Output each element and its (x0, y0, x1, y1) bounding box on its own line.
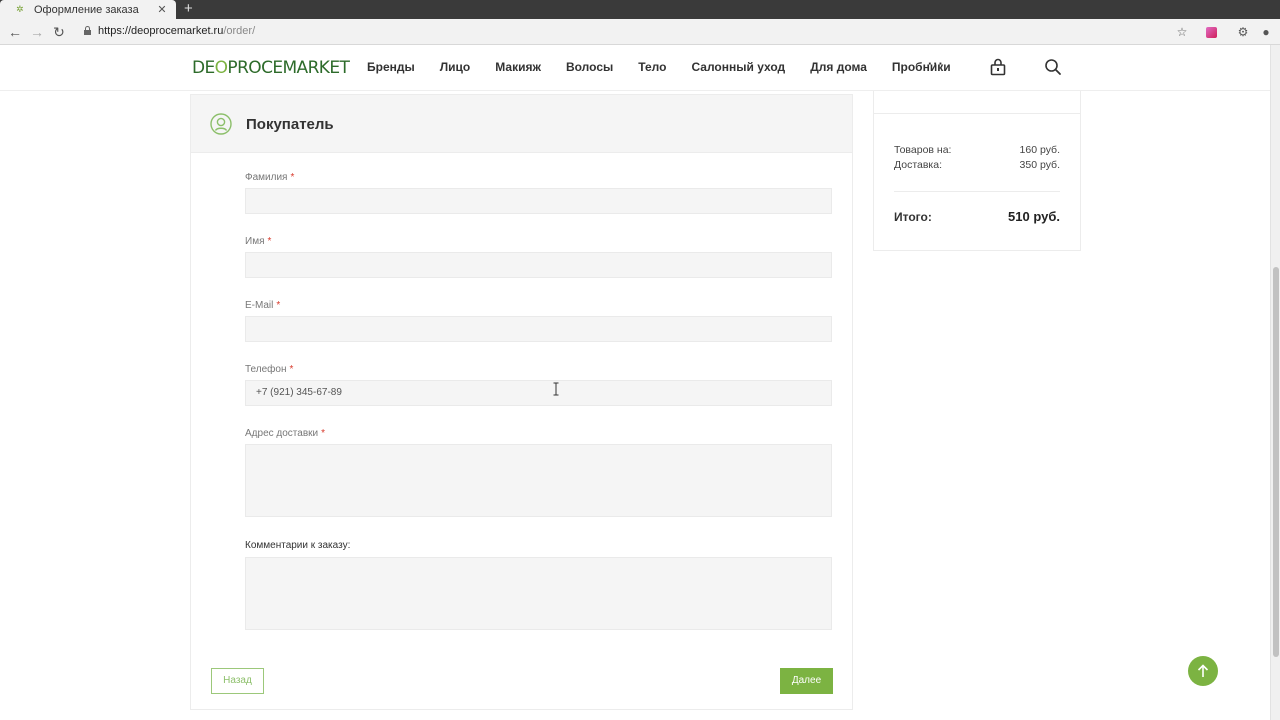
delivery-value: 350 руб. (1019, 159, 1060, 171)
form-title: Покупатель (246, 116, 334, 133)
comment-label: Комментарии к заказу: (245, 540, 351, 551)
required-mark: * (276, 300, 281, 311)
text-cursor-icon (553, 382, 559, 396)
required-mark: * (267, 236, 272, 247)
first-name-field[interactable] (245, 252, 832, 278)
browser-toolbar: ← → ↻ https://deoprocemarket.ru/order/ ☆… (0, 19, 1280, 45)
buyer-form-card: Покупатель Фамилия * Имя * E-Mail * Телефон… (190, 94, 853, 654)
url-path: /order/ (223, 25, 256, 37)
delivery-label: Доставка: (894, 159, 943, 171)
address-label-text: Адрес доставки (245, 428, 319, 439)
summary-delivery-row: Доставка: 350 руб. (894, 159, 1060, 171)
goods-value: 160 руб. (1019, 144, 1060, 156)
summary-top-divider (874, 91, 1080, 114)
form-actions: Назад Далее (190, 652, 853, 710)
forward-arrow-icon[interactable]: → (29, 24, 45, 40)
total-value: 510 руб. (1008, 209, 1060, 224)
search-icon[interactable] (1043, 57, 1063, 77)
logo-text-o: O (214, 58, 228, 78)
url-host: https://deoprocemarket.ru (98, 25, 224, 37)
form-header: Покупатель (191, 95, 852, 153)
back-button[interactable]: Назад (211, 668, 264, 694)
bookmark-star-icon[interactable]: ☆ (1174, 24, 1190, 40)
email-label-text: E-Mail (245, 300, 274, 311)
next-button[interactable]: Далее (780, 668, 833, 694)
reload-icon[interactable]: ↻ (51, 24, 67, 40)
menu-more-icon[interactable]: ··· (928, 56, 944, 71)
extension-puzzle-icon[interactable]: ⚙ (1235, 24, 1251, 40)
user-icon (210, 113, 232, 135)
phone-field[interactable]: +7 (921) 345-67-89 (245, 380, 832, 406)
order-summary: Товаров на: 160 руб. Доставка: 350 руб. … (873, 91, 1081, 251)
comment-textarea[interactable] (245, 557, 832, 630)
new-tab-button[interactable]: + (184, 1, 193, 17)
site-favicon-icon: ✲ (16, 4, 24, 15)
logo-text-right: PROCEMARKET (227, 58, 350, 78)
menu-item-hair[interactable]: Волосы (566, 60, 613, 74)
profile-icon[interactable]: ● (1258, 24, 1274, 40)
email-field[interactable] (245, 316, 832, 342)
first-name-label: Имя * (245, 236, 271, 247)
extension-icon[interactable] (1206, 27, 1217, 38)
scrollbar-thumb[interactable] (1273, 267, 1279, 657)
menu-item-brands[interactable]: Бренды (367, 60, 415, 74)
arrow-up-icon (1197, 664, 1209, 677)
phone-label-text: Телефон (245, 364, 287, 375)
menu-item-body[interactable]: Тело (638, 60, 666, 74)
email-label: E-Mail * (245, 300, 280, 311)
menu-item-face[interactable]: Лицо (440, 60, 471, 74)
menu-item-home[interactable]: Для дома (810, 60, 867, 74)
browser-tabstrip: ✲ Оформление заказа ✕ + (0, 0, 1280, 19)
logo-text-left: DE (192, 58, 215, 78)
scroll-to-top-button[interactable] (1188, 656, 1218, 686)
summary-goods-row: Товаров на: 160 руб. (894, 144, 1060, 156)
menu-item-salon-care[interactable]: Салонный уход (691, 60, 785, 74)
required-mark: * (289, 364, 294, 375)
last-name-label: Фамилия * (245, 172, 294, 183)
total-label: Итого: (894, 210, 932, 224)
summary-total-row: Итого: 510 руб. (894, 209, 1060, 224)
tab-close-icon[interactable]: ✕ (156, 3, 168, 16)
browser-tab[interactable]: ✲ Оформление заказа ✕ (0, 0, 176, 19)
phone-label: Телефон * (245, 364, 293, 375)
back-arrow-icon[interactable]: ← (7, 24, 23, 40)
cart-bag-icon[interactable] (988, 57, 1008, 77)
page-scrollbar[interactable] (1270, 45, 1280, 720)
goods-label: Товаров на: (894, 144, 952, 156)
last-name-label-text: Фамилия (245, 172, 288, 183)
lock-icon (84, 26, 91, 35)
tab-title: Оформление заказа (34, 3, 139, 16)
required-mark: * (321, 428, 326, 439)
menu-item-makeup[interactable]: Макияж (495, 60, 541, 74)
address-textarea[interactable] (245, 444, 832, 517)
first-name-label-text: Имя (245, 236, 265, 247)
main-menu: Бренды Лицо Макияж Волосы Тело Салонный … (367, 60, 976, 74)
address-label: Адрес доставки * (245, 428, 325, 439)
summary-divider (894, 191, 1060, 192)
address-bar[interactable]: https://deoprocemarket.ru/order/ (98, 25, 255, 37)
required-mark: * (290, 172, 295, 183)
site-header: DEOPROCEMARKET Бренды Лицо Макияж Волосы… (0, 45, 1270, 91)
site-logo[interactable]: DEOPROCEMARKET (192, 58, 350, 78)
last-name-field[interactable] (245, 188, 832, 214)
